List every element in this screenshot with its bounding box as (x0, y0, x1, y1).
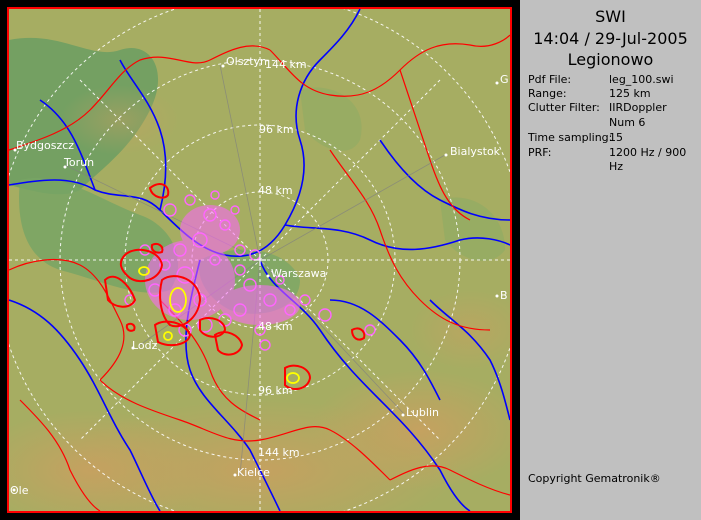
radar-map-canvas (0, 0, 520, 520)
product-name: SWI (595, 7, 626, 26)
city-label-warszawa: Warszawa (271, 267, 327, 280)
city-label-olsztyn: Olsztyn (226, 55, 268, 68)
city-label-bydgoszcz: Bydgoszcz (16, 139, 75, 152)
field-value-range: 125 km (609, 87, 651, 100)
scan-datetime: 14:04 / 29-Jul-2005 (533, 29, 688, 48)
info-panel: SWI 14:04 / 29-Jul-2005 Legionowo Pdf Fi… (520, 0, 701, 520)
city-label-bialystok: Bialystok (450, 145, 501, 158)
radar-map[interactable]: 144 km 96 km 48 km 48 km 96 km 144 km Ol… (0, 0, 520, 520)
ring-label-96-north: 96 km (259, 123, 294, 136)
ring-label-48-south: 48 km (258, 320, 293, 333)
city-label-torun: Torun (64, 156, 95, 169)
field-value-clutter-num: Num 6 (609, 116, 646, 129)
city-label-lublin: Lublin (406, 406, 439, 419)
city-label-g: G (500, 73, 509, 86)
ring-label-144-south: 144 km (258, 446, 300, 459)
ring-label-144-north: 144 km (265, 58, 307, 71)
field-label-clutter-filter: Clutter Filter: (528, 101, 600, 114)
city-label-lodz: Lodz (132, 339, 158, 352)
field-label-pdf-file: Pdf File: (528, 73, 572, 86)
field-value-time-sampling: 15 (609, 131, 623, 144)
ring-label-96-south: 96 km (258, 384, 293, 397)
city-label-kielce: Kielce (237, 466, 270, 479)
field-label-prf: PRF: (528, 146, 552, 159)
copyright-notice: Copyright Gematronik® (528, 472, 661, 485)
ring-label-48-north: 48 km (258, 184, 293, 197)
field-label-time-sampling: Time sampling: (528, 131, 613, 144)
city-label-ole: Ole (10, 484, 29, 497)
field-label-range: Range: (528, 87, 567, 100)
field-value-pdf-file: leg_100.swi (609, 73, 674, 86)
field-value-clutter-filter: IIRDoppler (609, 101, 667, 114)
site-name: Legionowo (567, 50, 654, 69)
field-value-prf: 1200 Hz / 900 Hz (609, 146, 687, 173)
city-label-b: B (500, 289, 508, 302)
